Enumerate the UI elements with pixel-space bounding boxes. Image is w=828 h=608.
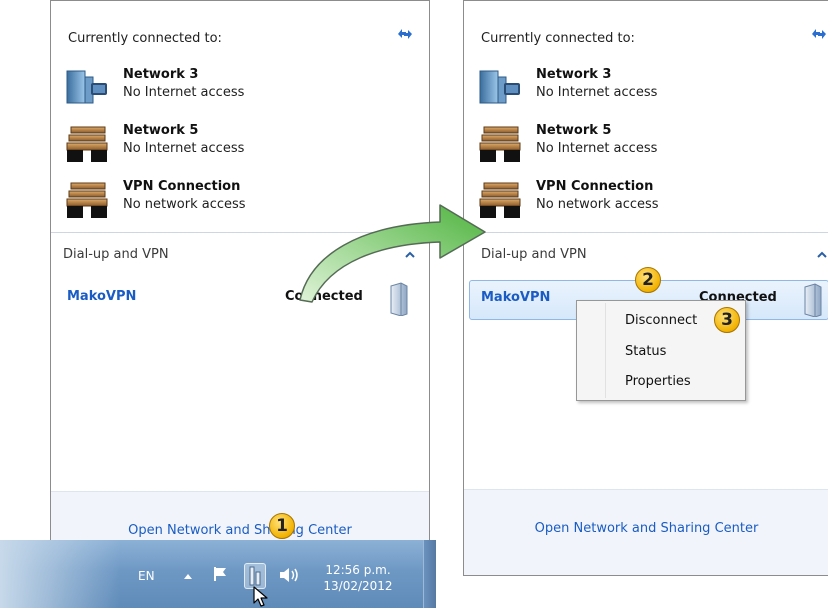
network-item-vpn-connection[interactable]: VPN Connection No network access xyxy=(478,179,778,223)
network-icon xyxy=(249,566,261,586)
dialup-vpn-label: Dial-up and VPN xyxy=(481,247,587,262)
network-name: Network 3 xyxy=(123,67,199,82)
step-badge-3: 3 xyxy=(714,307,740,333)
network-status: No Internet access xyxy=(536,141,658,156)
dialup-vpn-label: Dial-up and VPN xyxy=(63,247,169,262)
curved-arrow-icon xyxy=(299,204,486,303)
network-status: No network access xyxy=(123,197,246,212)
section-divider xyxy=(464,232,828,233)
menu-gutter xyxy=(605,303,606,398)
flyout-footer: Open Network and Sharing Center xyxy=(464,489,828,575)
bench-icon xyxy=(65,179,109,219)
menu-item-status[interactable]: Status xyxy=(625,344,666,359)
mouse-cursor-icon xyxy=(253,586,268,607)
network-status: No Internet access xyxy=(123,85,245,100)
clock-time: 12:56 p.m. xyxy=(325,563,391,577)
menu-item-disconnect[interactable]: Disconnect xyxy=(625,313,697,328)
network-name: VPN Connection xyxy=(536,179,654,194)
network-item-network-5[interactable]: Network 5 No Internet access xyxy=(478,123,778,167)
network-status: No Internet access xyxy=(123,141,245,156)
refresh-icon[interactable] xyxy=(395,25,415,41)
show-hidden-icons-icon[interactable] xyxy=(183,573,193,580)
vpn-name: MakoVPN xyxy=(67,289,137,304)
vpn-name: MakoVPN xyxy=(481,290,551,305)
clock[interactable]: 12:56 p.m. 13/02/2012 xyxy=(318,562,398,594)
clock-date: 13/02/2012 xyxy=(323,579,393,593)
menu-item-properties[interactable]: Properties xyxy=(625,374,691,389)
show-desktop-button[interactable] xyxy=(423,540,436,608)
open-network-sharing-center-link[interactable]: Open Network and Sharing Center xyxy=(464,521,828,536)
bench-icon xyxy=(478,123,522,163)
network-status: No network access xyxy=(536,197,659,212)
vpn-tower-icon xyxy=(804,283,822,317)
currently-connected-label: Currently connected to: xyxy=(481,31,635,46)
taskbar: EN 12:56 p.m. 13/02/2012 xyxy=(0,540,436,608)
network-name: Network 3 xyxy=(536,67,612,82)
network-item-network-3[interactable]: Network 3 No Internet access xyxy=(478,67,778,111)
step-badge-1: 1 xyxy=(269,513,295,539)
network-name: Network 5 xyxy=(536,123,612,138)
refresh-icon[interactable] xyxy=(809,25,828,41)
step-badge-2: 2 xyxy=(635,267,661,293)
network-item-network-3[interactable]: Network 3 No Internet access xyxy=(65,67,365,111)
chevron-up-icon[interactable] xyxy=(817,251,827,258)
bench-icon xyxy=(65,123,109,163)
open-network-sharing-center-link[interactable]: Open Network and Sharing Center xyxy=(51,523,429,538)
network-icon xyxy=(478,67,522,107)
volume-icon[interactable] xyxy=(278,566,300,584)
network-item-network-5[interactable]: Network 5 No Internet access xyxy=(65,123,365,167)
currently-connected-label: Currently connected to: xyxy=(68,31,222,46)
language-indicator[interactable]: EN xyxy=(138,569,155,583)
network-status: No Internet access xyxy=(536,85,658,100)
network-icon xyxy=(65,67,109,107)
action-center-flag-icon[interactable] xyxy=(212,566,228,582)
network-name: VPN Connection xyxy=(123,179,241,194)
taskbar-fade xyxy=(0,540,120,608)
network-name: Network 5 xyxy=(123,123,199,138)
